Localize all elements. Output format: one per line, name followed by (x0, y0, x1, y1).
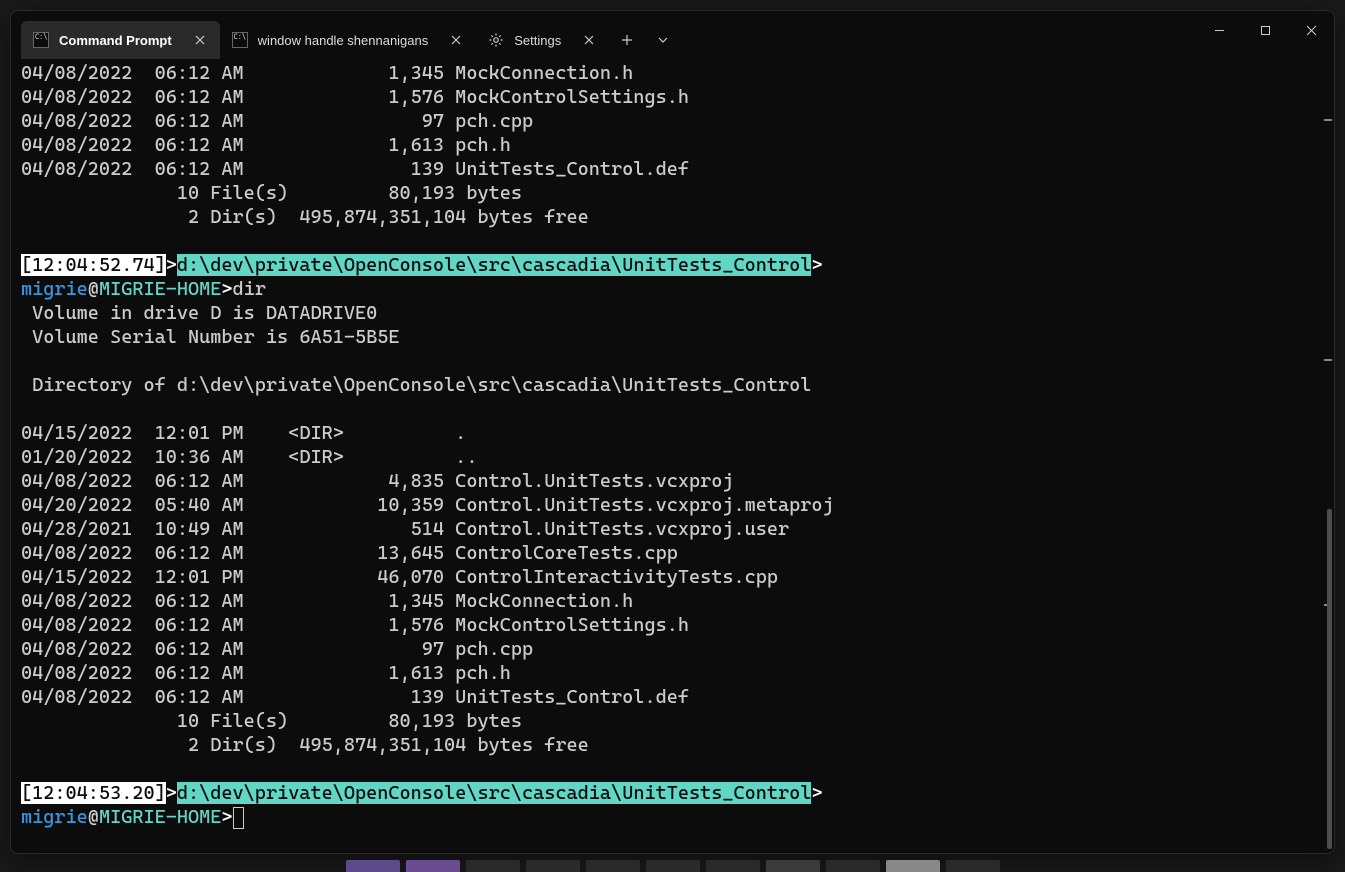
taskbar-item[interactable] (526, 860, 580, 872)
terminal-body[interactable]: 04/08/2022 06:12 AM 1,345 MockConnection… (11, 59, 1334, 853)
tab-command-prompt[interactable]: Command Prompt (21, 21, 220, 59)
taskbar-item[interactable] (646, 860, 700, 872)
tab-label: Command Prompt (59, 33, 172, 48)
close-tab-button[interactable] (190, 30, 210, 50)
taskbar-item[interactable] (826, 860, 880, 872)
gear-icon (488, 32, 504, 48)
tab-label: window handle shennanigans (258, 33, 429, 48)
cmd-icon (232, 32, 248, 48)
terminal-window: Command Prompt window handle shennanigan… (10, 10, 1335, 854)
taskbar-item[interactable] (766, 860, 820, 872)
tab-settings[interactable]: Settings (476, 21, 609, 59)
terminal-output[interactable]: 04/08/2022 06:12 AM 1,345 MockConnection… (21, 61, 1324, 829)
scroll-mark (1324, 359, 1332, 361)
new-tab-button[interactable] (609, 22, 645, 58)
tab-window-handle[interactable]: window handle shennanigans (220, 21, 477, 59)
taskbar-item[interactable] (886, 860, 940, 872)
scroll-mark (1324, 119, 1332, 121)
taskbar-item[interactable] (946, 860, 1000, 872)
cmd-icon (33, 32, 49, 48)
close-tab-button[interactable] (579, 30, 599, 50)
taskbar-item[interactable] (586, 860, 640, 872)
taskbar-item[interactable] (346, 860, 400, 872)
minimize-button[interactable] (1196, 11, 1242, 43)
tab-strip: Command Prompt window handle shennanigan… (11, 21, 1196, 59)
titlebar[interactable]: Command Prompt window handle shennanigan… (11, 11, 1334, 59)
maximize-button[interactable] (1242, 11, 1288, 43)
taskbar-item[interactable] (466, 860, 520, 872)
tab-dropdown-button[interactable] (645, 22, 681, 58)
scrollbar-thumb[interactable] (1327, 509, 1332, 849)
taskbar (0, 860, 1345, 872)
tab-label: Settings (514, 33, 561, 48)
close-tab-button[interactable] (446, 30, 466, 50)
taskbar-item[interactable] (406, 860, 460, 872)
taskbar-item[interactable] (706, 860, 760, 872)
close-window-button[interactable] (1288, 11, 1334, 43)
window-controls (1196, 21, 1334, 43)
